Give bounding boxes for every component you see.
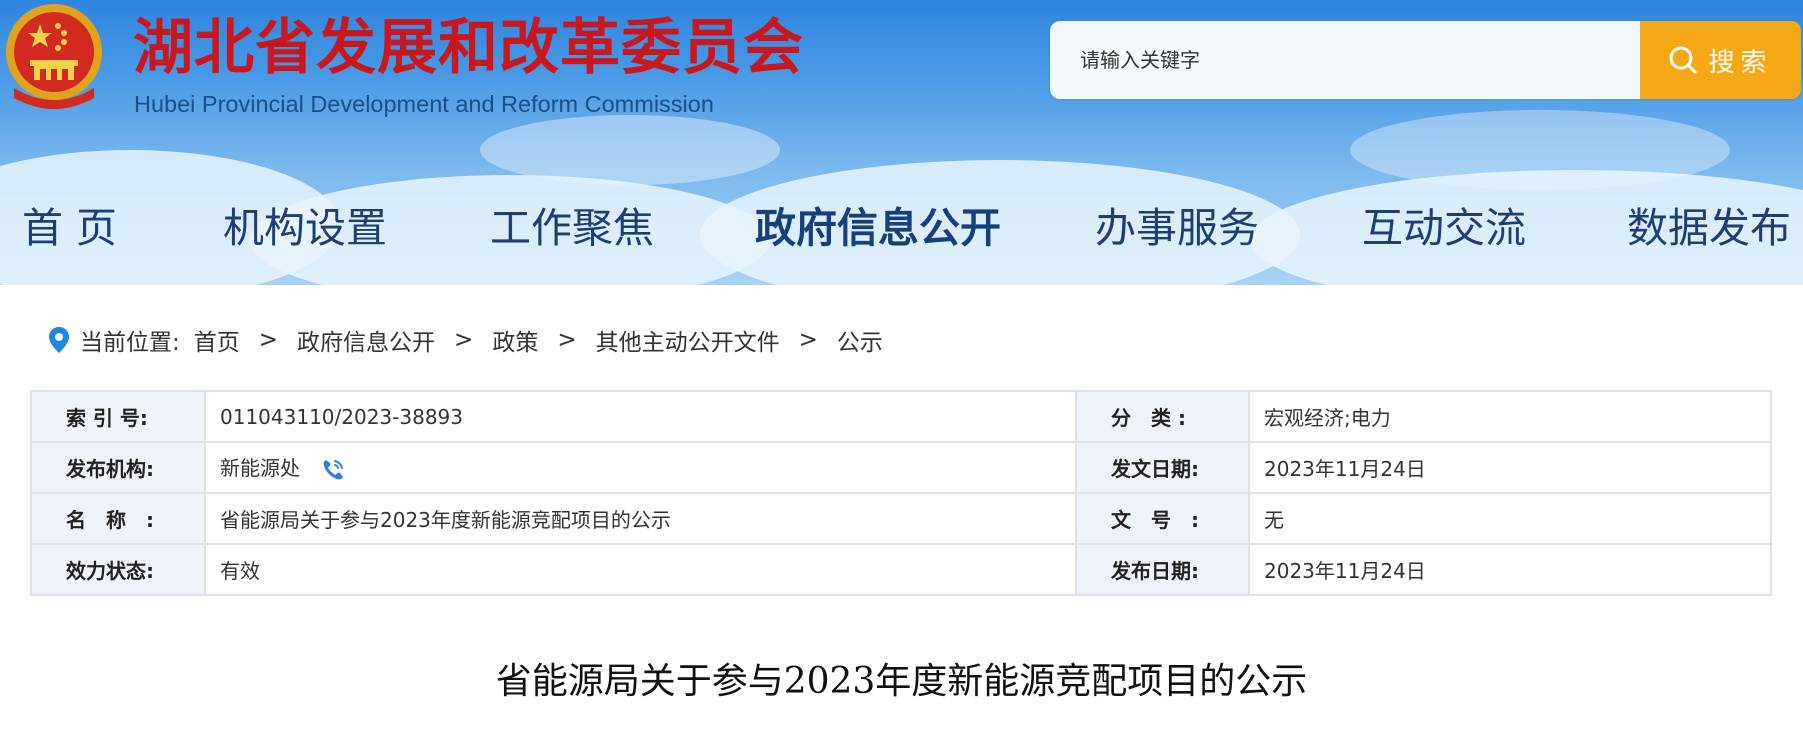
name-label: 名 称 :: [30, 492, 206, 545]
main-navigation: 首 页 机构设置 工作聚焦 政府信息公开 办事服务 互动交流 数据发布: [0, 190, 1803, 266]
breadcrumb-home[interactable]: 首页: [194, 323, 240, 357]
site-title-en: Hubei Provincial Development and Reform …: [134, 91, 714, 117]
document-info-table: 索 引 号: 011043110/2023-38893 分 类 : 宏观经济;电…: [30, 390, 1772, 596]
nav-item-organization[interactable]: 机构设置: [223, 190, 387, 266]
search-input[interactable]: [1050, 21, 1640, 99]
table-row: 效力状态: 有效 发布日期: 2023年11月24日: [30, 543, 1772, 596]
breadcrumb-separator: >: [258, 327, 279, 353]
header-cloud-decoration: [480, 115, 780, 185]
header-cloud-decoration: [1350, 110, 1730, 190]
nav-item-data-release[interactable]: 数据发布: [1627, 190, 1791, 266]
status-value: 有效: [204, 543, 1077, 596]
phone-icon[interactable]: [320, 457, 346, 483]
breadcrumb-separator: >: [454, 327, 474, 353]
issue-date-value: 2023年11月24日: [1248, 441, 1772, 494]
publish-date-label: 发布日期:: [1075, 543, 1250, 596]
doc-number-value: 无: [1248, 492, 1772, 545]
breadcrumb-prefix: 当前位置:: [80, 330, 180, 356]
breadcrumb: 当前位置: 首页 > 政府信息公开 > 政策 > 其他主动公开文件 > 公示: [48, 320, 883, 360]
table-row: 名 称 : 省能源局关于参与2023年度新能源竞配项目的公示 文 号 : 无: [30, 492, 1772, 545]
document-title: 省能源局关于参与2023年度新能源竞配项目的公示: [495, 661, 1308, 702]
nav-item-government-info[interactable]: 政府信息公开: [755, 190, 1001, 266]
index-value: 011043110/2023-38893: [204, 390, 1077, 443]
site-title-cn: 湖北省发展和改革委员会: [133, 13, 804, 83]
site-header: 湖北省发展和改革委员会 Hubei Provincial Development…: [0, 0, 1803, 285]
search-button-label: 搜索: [1708, 47, 1773, 78]
search-bar: 搜索: [1050, 21, 1801, 99]
status-label: 效力状态:: [30, 543, 206, 596]
doc-number-label: 文 号 :: [1075, 492, 1250, 545]
breadcrumb-policy[interactable]: 政策: [492, 323, 538, 357]
search-icon: [1669, 46, 1697, 74]
nav-item-services[interactable]: 办事服务: [1095, 190, 1259, 266]
breadcrumb-separator: >: [557, 327, 577, 353]
table-row: 发布机构: 新能源处 发文日期: 2023年11月24日: [30, 441, 1772, 494]
publisher-cell: 新能源处: [204, 441, 1077, 494]
search-button[interactable]: 搜索: [1640, 21, 1801, 99]
publisher-label: 发布机构:: [30, 441, 206, 494]
national-emblem-icon: [6, 4, 102, 109]
breadcrumb-other-files[interactable]: 其他主动公开文件: [596, 323, 780, 357]
nav-item-interaction[interactable]: 互动交流: [1362, 190, 1526, 266]
table-row: 索 引 号: 011043110/2023-38893 分 类 : 宏观经济;电…: [30, 390, 1772, 443]
category-label: 分 类 :: [1075, 390, 1250, 443]
index-label: 索 引 号:: [30, 390, 206, 443]
category-value: 宏观经济;电力: [1248, 390, 1772, 443]
nav-item-home[interactable]: 首 页: [22, 190, 117, 266]
breadcrumb-current[interactable]: 公示: [837, 323, 883, 357]
location-pin-icon: [49, 327, 69, 353]
publish-date-value: 2023年11月24日: [1248, 543, 1772, 596]
breadcrumb-government-info[interactable]: 政府信息公开: [297, 323, 435, 357]
publisher-value: 新能源处: [220, 456, 300, 481]
name-value: 省能源局关于参与2023年度新能源竞配项目的公示: [204, 492, 1077, 545]
breadcrumb-separator: >: [798, 327, 818, 353]
issue-date-label: 发文日期:: [1075, 441, 1250, 494]
nav-item-work-focus[interactable]: 工作聚焦: [490, 190, 654, 266]
